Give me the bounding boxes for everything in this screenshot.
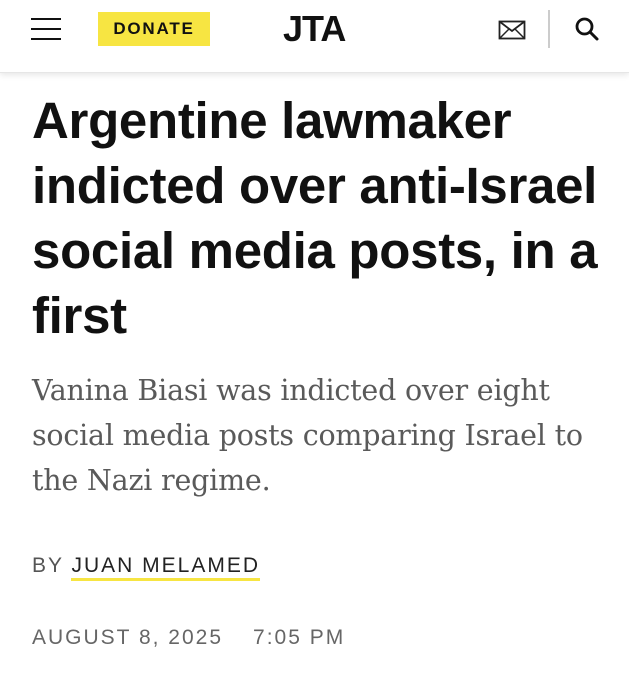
- donate-button[interactable]: DONATE: [98, 12, 210, 46]
- dateline: AUGUST 8, 2025 7:05 PM: [32, 626, 345, 650]
- publish-date: AUGUST 8, 2025: [32, 626, 224, 649]
- site-logo[interactable]: JTA: [283, 9, 349, 49]
- byline-prefix: BY: [32, 554, 64, 577]
- author-link[interactable]: JUAN MELAMED: [71, 554, 261, 581]
- byline: BY JUAN MELAMED: [32, 554, 261, 588]
- envelope-icon[interactable]: [498, 19, 526, 41]
- search-icon[interactable]: [574, 16, 600, 42]
- site-header: DONATE JTA: [0, 0, 629, 73]
- publish-time: 7:05 PM: [253, 626, 346, 649]
- article-headline: Argentine lawmaker indicted over anti-Is…: [32, 92, 598, 344]
- header-divider: [548, 10, 550, 48]
- hamburger-menu-icon[interactable]: [31, 18, 63, 42]
- article-dek: Vanina Biasi was indicted over eight soc…: [32, 374, 583, 497]
